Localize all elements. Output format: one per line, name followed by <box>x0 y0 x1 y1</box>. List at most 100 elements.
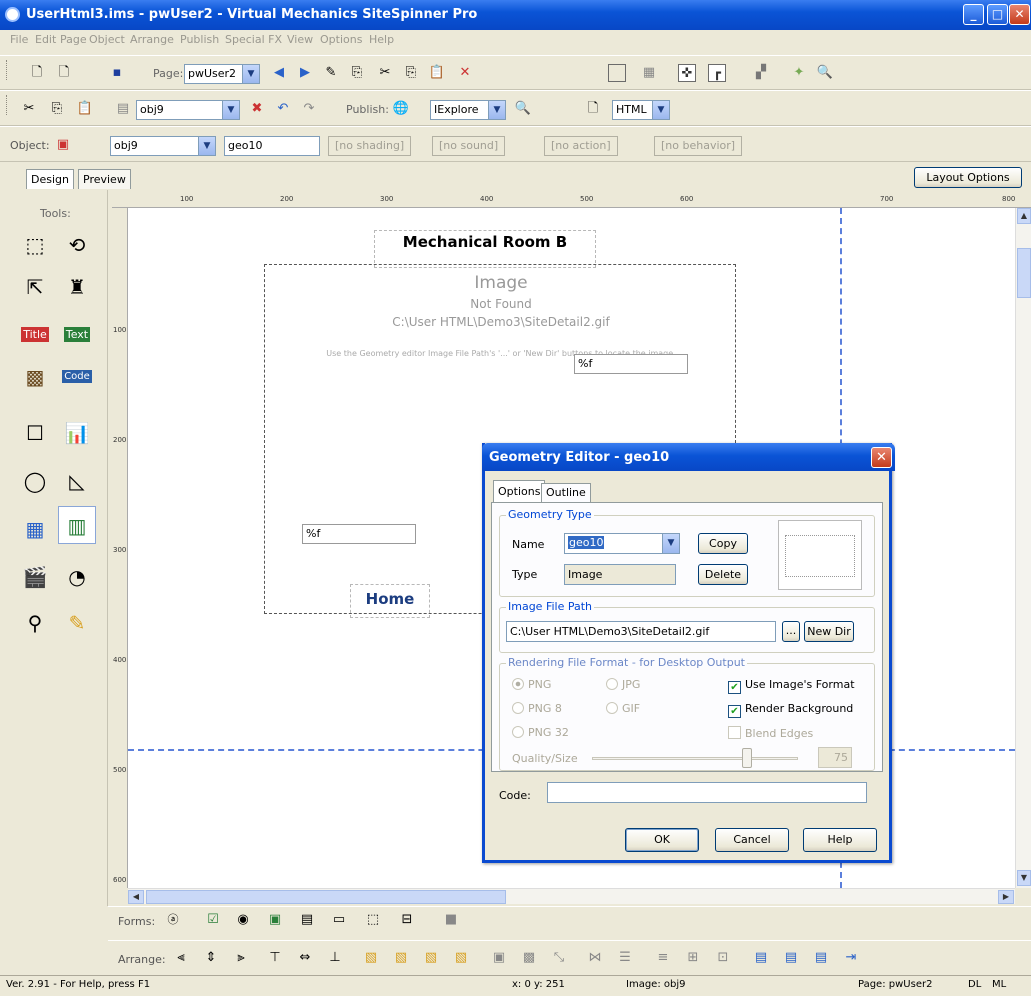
cancel-button[interactable]: Cancel <box>715 828 789 852</box>
scroll-right-icon[interactable]: ▶ <box>998 890 1014 904</box>
rotate-tool-icon[interactable]: ⟲ <box>62 230 92 260</box>
tab-preview[interactable]: Preview <box>78 169 131 189</box>
textarea-icon[interactable]: ⬚ <box>364 911 382 929</box>
pointer-tool-icon[interactable]: ⇱ <box>20 272 50 302</box>
align-top-icon[interactable]: ⊤ <box>266 949 284 967</box>
copy-icon[interactable]: ⎘ <box>48 100 66 118</box>
publish-page-icon[interactable]: 🗋 <box>584 100 602 118</box>
center-page-icon[interactable]: ⇥ <box>842 949 860 967</box>
list-icon[interactable]: ▤ <box>298 911 316 929</box>
close-button[interactable]: ✕ <box>1009 4 1030 25</box>
preview-icon[interactable]: 🔍 <box>514 100 532 118</box>
tab-design[interactable]: Design <box>26 169 74 189</box>
cut-icon[interactable]: ✂ <box>376 64 394 82</box>
select-tool-icon[interactable]: ⬚ <box>20 230 50 260</box>
image-path-input[interactable]: C:\User HTML\Demo3\SiteDetail2.gif <box>506 621 776 642</box>
align-right-icon[interactable]: ⫸ <box>232 949 250 967</box>
resize-percent-icon[interactable]: ▤ <box>752 949 770 967</box>
space-vertical-icon[interactable]: ☰ <box>616 949 634 967</box>
tab-outline[interactable]: Outline <box>541 483 591 503</box>
new-page-icon[interactable]: 🗋 <box>28 64 46 82</box>
behavior-button[interactable]: [no behavior] <box>654 136 743 156</box>
image-geometry-tool-icon[interactable]: ▥ <box>58 506 96 544</box>
graphic-tool-icon[interactable]: ▦ <box>20 514 50 544</box>
quality-value-field[interactable]: 75 <box>818 747 852 768</box>
toolbar-grip[interactable] <box>6 60 9 80</box>
dialog-title-bar[interactable]: Geometry Editor - geo10 ✕ <box>482 443 895 471</box>
geometry-name-select[interactable]: geo10 ▼ <box>564 533 680 554</box>
tab-options[interactable]: Options <box>493 480 546 502</box>
button-icon[interactable]: ▭ <box>330 911 348 929</box>
radio-gif[interactable]: GIF <box>606 702 640 715</box>
action-button[interactable]: [no action] <box>544 136 618 156</box>
chart-tool-icon[interactable]: 📊 <box>62 418 92 448</box>
radio-png32[interactable]: PNG 32 <box>512 726 569 739</box>
object-name-select[interactable]: obj9 ▼ <box>110 136 216 156</box>
send-backward-icon[interactable]: ▧ <box>422 949 440 967</box>
same-size-icon[interactable]: ⊡ <box>714 949 732 967</box>
minimize-button[interactable]: _ <box>963 4 984 25</box>
copy-button[interactable]: Copy <box>698 533 748 554</box>
new-dir-button[interactable]: New Dir <box>804 621 854 642</box>
bring-forward-icon[interactable]: ▧ <box>392 949 410 967</box>
rectangle-tool-icon[interactable]: ☐ <box>20 418 50 448</box>
library-icon[interactable]: ▤ <box>114 100 132 118</box>
delete-icon[interactable]: ✕ <box>456 64 474 82</box>
fit-icon[interactable]: ▤ <box>812 949 830 967</box>
same-width-icon[interactable]: ≡ <box>654 949 672 967</box>
zoom-icon[interactable]: 🔍 <box>816 64 834 82</box>
send-back-icon[interactable]: ▧ <box>452 949 470 967</box>
checkbox-icon[interactable]: ☑ <box>204 911 222 929</box>
select-frame-icon[interactable] <box>608 64 626 82</box>
group-icon[interactable]: ▣ <box>490 949 508 967</box>
menu-help[interactable]: Help <box>369 33 394 46</box>
menu-view[interactable]: View <box>287 33 313 46</box>
code-input[interactable] <box>547 782 867 803</box>
page-properties-icon[interactable]: ✎ <box>322 64 340 82</box>
space-horizontal-icon[interactable]: ⋈ <box>586 949 604 967</box>
bring-front-icon[interactable]: ▧ <box>362 949 380 967</box>
image-button-icon[interactable]: ▣ <box>266 911 284 929</box>
scroll-up-icon[interactable]: ▲ <box>1017 208 1031 224</box>
paste-icon[interactable]: 📋 <box>76 100 94 118</box>
geometry-name-field[interactable]: geo10 <box>224 136 320 156</box>
ok-button[interactable]: OK <box>625 828 699 852</box>
menu-publish[interactable]: Publish <box>180 33 219 46</box>
browse-button[interactable]: ... <box>782 621 800 642</box>
flip-icon[interactable]: ⤡ <box>550 949 568 967</box>
polygon-tool-icon[interactable]: ◺ <box>62 466 92 496</box>
align-center-icon[interactable]: ⇕ <box>202 949 220 967</box>
radio-png[interactable]: PNG <box>512 678 551 691</box>
globe-icon[interactable]: 🌐 <box>392 100 410 118</box>
use-image-format-checkbox[interactable]: ✔ Use Image's Format <box>728 678 855 694</box>
maximize-button[interactable]: □ <box>987 4 1008 25</box>
link-tool-icon[interactable]: ⚲ <box>20 608 50 638</box>
radio-png8[interactable]: PNG 8 <box>512 702 562 715</box>
object-properties-icon[interactable]: ▣ <box>54 136 72 154</box>
scroll-down-icon[interactable]: ▼ <box>1017 870 1031 886</box>
tools-icon[interactable]: ✦ <box>790 64 808 82</box>
ellipse-tool-icon[interactable]: ◯ <box>20 466 50 496</box>
edit-tool-icon[interactable]: ✎ <box>62 608 92 638</box>
align-left-icon[interactable]: ⫷ <box>172 949 190 967</box>
radio-icon[interactable]: ◉ <box>234 911 252 929</box>
delete-object-icon[interactable]: ✖ <box>248 100 266 118</box>
home-link[interactable]: Home <box>350 584 430 618</box>
title-tool-icon[interactable]: Title <box>20 320 50 350</box>
object-select[interactable]: obj9 ▼ <box>136 100 240 120</box>
movie-tool-icon[interactable]: 🎬 <box>20 562 50 592</box>
dialog-close-button[interactable]: ✕ <box>871 447 892 468</box>
align-bottom-icon[interactable]: ⊥ <box>326 949 344 967</box>
menu-options[interactable]: Options <box>320 33 362 46</box>
paint-tool-icon[interactable]: ♜ <box>62 272 92 302</box>
undo-icon[interactable]: ↶ <box>274 100 292 118</box>
align-icon[interactable]: ▞ <box>752 64 770 82</box>
scale-icon[interactable]: ▤ <box>782 949 800 967</box>
menu-file[interactable]: File <box>10 33 28 46</box>
image-tool-icon[interactable]: ▩ <box>20 362 50 392</box>
layout-options-button[interactable]: Layout Options <box>914 167 1022 188</box>
quality-slider-track[interactable] <box>592 757 798 760</box>
page-add-icon[interactable]: ⎘ <box>348 64 366 82</box>
radio-jpg[interactable]: JPG <box>606 678 640 691</box>
scroll-thumb[interactable] <box>1017 248 1031 298</box>
